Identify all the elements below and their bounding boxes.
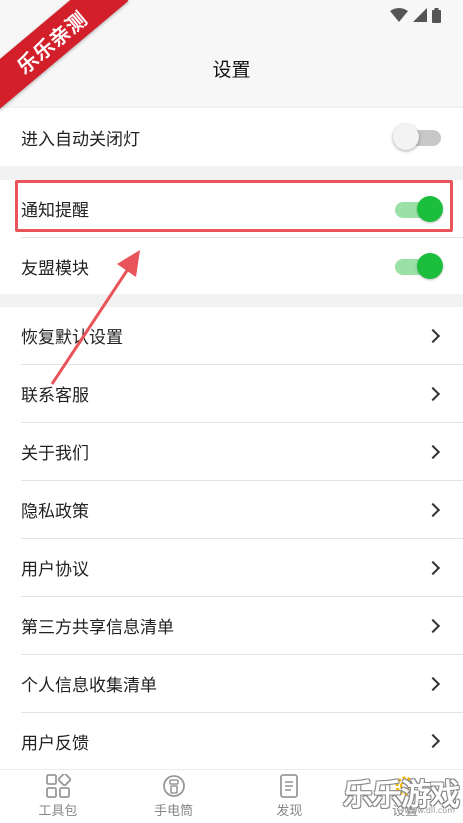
battery-icon	[432, 7, 441, 23]
page-title: 设置	[212, 58, 251, 81]
auto-light-off-toggle[interactable]	[393, 123, 443, 151]
setting-row-notification[interactable]: 通知提醒	[0, 180, 463, 237]
chevron-right-icon	[425, 328, 441, 343]
flashlight-icon	[162, 775, 185, 797]
toggle-settings-group: 进入自动关闭灯 通知提醒 友盟模块	[0, 108, 463, 294]
setting-label: 恢复默认设置	[21, 328, 123, 348]
nav-tab-flashlight[interactable]: 手电筒	[116, 770, 232, 823]
setting-label: 进入自动关闭灯	[21, 129, 140, 150]
discover-icon	[280, 774, 299, 798]
toggle-knob	[417, 253, 443, 279]
toggle-knob	[417, 195, 443, 222]
toolbox-icon	[45, 774, 71, 798]
chevron-right-icon	[425, 618, 441, 633]
settings-gear-icon	[395, 776, 415, 796]
setting-row-auto-light-off[interactable]: 进入自动关闭灯	[0, 108, 463, 166]
status-icons	[390, 6, 441, 24]
setting-row-user-agreement[interactable]: 用户协议	[0, 539, 463, 596]
wifi-icon	[390, 8, 408, 22]
chevron-right-icon	[425, 444, 441, 459]
chevron-right-icon	[425, 386, 441, 401]
chevron-right-icon	[425, 733, 441, 749]
setting-label: 第三方共享信息清单	[21, 618, 174, 638]
setting-row-restore-defaults[interactable]: 恢复默认设置	[0, 307, 463, 364]
setting-label: 关于我们	[21, 444, 89, 464]
setting-row-personal-info-collection[interactable]: 个人信息收集清单	[0, 655, 463, 712]
nav-label: 设置	[392, 804, 419, 819]
setting-row-about-us[interactable]: 关于我们	[0, 423, 463, 480]
setting-row-third-party-sharing[interactable]: 第三方共享信息清单	[0, 597, 463, 654]
setting-row-privacy-policy[interactable]: 隐私政策	[0, 481, 463, 538]
signal-icon	[413, 8, 427, 22]
toggle-knob	[393, 124, 419, 150]
nav-tab-toolbox[interactable]: 工具包	[0, 770, 116, 823]
nav-tab-settings[interactable]: 设置	[347, 770, 463, 823]
link-settings-group: 恢复默认设置 联系客服 关于我们 隐私政策 用户协议 第三方共享信息清单 个人信…	[0, 307, 463, 769]
bottom-navigation: 工具包 手电筒 发现 设置	[0, 769, 463, 823]
setting-label: 用户协议	[21, 560, 89, 580]
setting-label: 隐私政策	[21, 502, 89, 522]
notification-toggle[interactable]	[393, 195, 443, 223]
chevron-right-icon	[425, 502, 441, 517]
nav-label: 工具包	[38, 804, 78, 819]
setting-label: 通知提醒	[21, 201, 89, 221]
setting-label: 联系客服	[21, 386, 89, 406]
umeng-module-toggle[interactable]	[393, 252, 443, 280]
setting-row-umeng-module[interactable]: 友盟模块	[0, 238, 463, 294]
chevron-right-icon	[425, 560, 441, 575]
setting-row-user-feedback[interactable]: 用户反馈	[0, 713, 463, 769]
setting-label: 友盟模块	[21, 258, 89, 279]
setting-row-customer-service[interactable]: 联系客服	[0, 365, 463, 422]
setting-label: 用户反馈	[21, 733, 89, 754]
chevron-right-icon	[425, 676, 441, 691]
nav-label: 手电筒	[154, 804, 194, 819]
nav-label: 发现	[276, 804, 303, 819]
nav-tab-discover[interactable]: 发现	[232, 770, 348, 823]
section-gap	[0, 166, 463, 180]
setting-label: 个人信息收集清单	[21, 676, 157, 696]
